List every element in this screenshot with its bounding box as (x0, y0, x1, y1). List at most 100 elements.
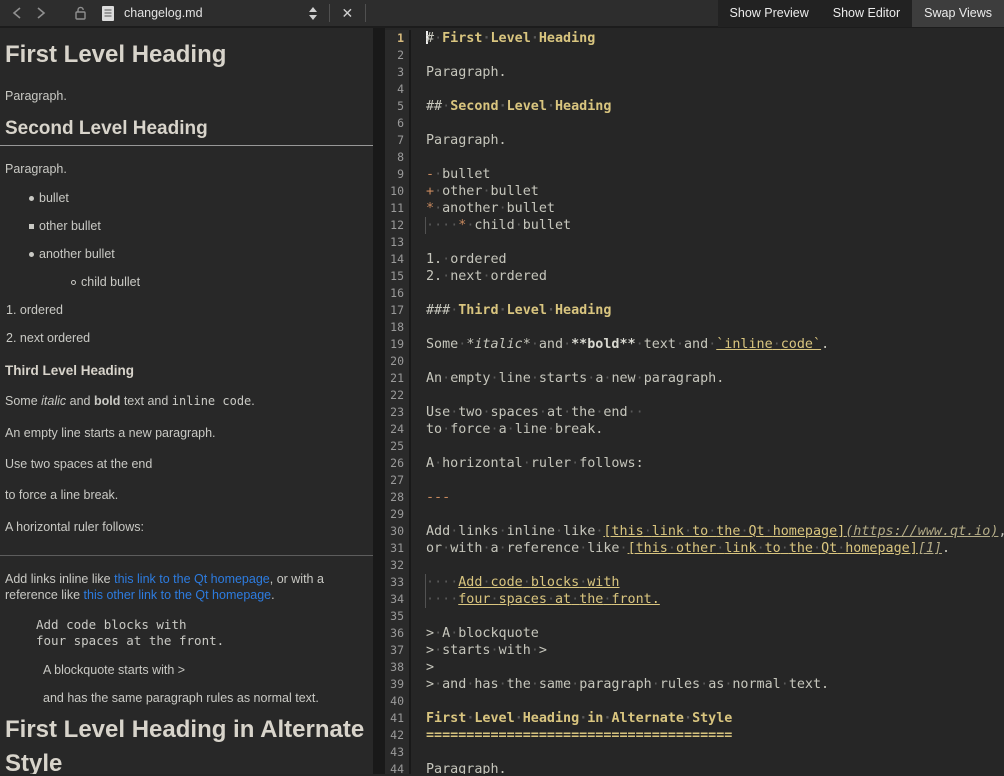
editor-line[interactable]: 1#·First·Level·Heading (385, 30, 1004, 47)
horizontal-rule (0, 555, 373, 556)
editor-line[interactable]: 23Use·two·spaces·at·the·end·· (385, 404, 1004, 421)
editor-line[interactable]: 11*·another·bullet (385, 200, 1004, 217)
editor-line[interactable]: 36>·A·blockquote (385, 625, 1004, 642)
swap-views-button[interactable]: Swap Views (912, 0, 1004, 27)
document-tab[interactable]: changelog.md (70, 0, 207, 27)
preview-h1-alt: First Level Heading in Alternate Style (5, 713, 365, 774)
editor-line[interactable]: 6 (385, 115, 1004, 132)
line-number: 17 (385, 302, 411, 319)
editor-line[interactable]: 16 (385, 285, 1004, 302)
editor-line[interactable]: 29 (385, 506, 1004, 523)
editor-line[interactable]: 8 (385, 149, 1004, 166)
editor-line[interactable]: 27 (385, 472, 1004, 489)
preview-paragraph: Paragraph. (5, 88, 365, 104)
editor-line[interactable]: 4 (385, 81, 1004, 98)
line-number: 9 (385, 166, 411, 183)
ordered-label: next ordered (20, 331, 90, 345)
list-item-label: child bullet (81, 275, 140, 289)
triangle-down-icon (309, 15, 317, 20)
editor-line[interactable]: 32 (385, 557, 1004, 574)
line-number: 28 (385, 489, 411, 506)
separator (329, 4, 330, 22)
editor-line[interactable]: 3Paragraph. (385, 64, 1004, 81)
editor-line[interactable]: 20 (385, 353, 1004, 370)
code-block: Add code blocks with four spaces at the … (36, 617, 365, 648)
editor-line-text: First·Level·Heading·in·Alternate·Style (411, 710, 732, 727)
editor-line[interactable]: 44Paragraph. (385, 761, 1004, 774)
editor-line[interactable]: 31or·with·a·reference·like·[this·other·l… (385, 540, 1004, 557)
editor-line-text (411, 387, 426, 404)
pane-splitter[interactable] (373, 28, 385, 774)
editor-line[interactable]: 17###·Third·Level·Heading (385, 302, 1004, 319)
line-number: 8 (385, 149, 411, 166)
line-number: 13 (385, 234, 411, 251)
show-editor-button[interactable]: Show Editor (821, 0, 912, 27)
editor-line[interactable]: 21An·empty·line·starts·a·new·paragraph. (385, 370, 1004, 387)
list-item: other bullet (0, 219, 373, 233)
list-item: bullet (0, 191, 373, 205)
line-number: 40 (385, 693, 411, 710)
line-number: 22 (385, 387, 411, 404)
editor-line[interactable]: 42====================================== (385, 727, 1004, 744)
bold-text: bold (94, 394, 120, 408)
preview-paragraph: to force a line break. (5, 487, 365, 503)
editor-line-text: A·horizontal·ruler·follows: (411, 455, 644, 472)
document-switcher[interactable] (303, 7, 323, 20)
editor-line[interactable]: 38> (385, 659, 1004, 676)
editor-line[interactable]: 34····four·spaces·at·the·front. (385, 591, 1004, 608)
ordered-label: ordered (20, 303, 63, 317)
editor-line-text (411, 47, 426, 64)
editor-line[interactable]: 18 (385, 319, 1004, 336)
editor-line[interactable]: 7Paragraph. (385, 132, 1004, 149)
editor-line[interactable]: 141.·ordered (385, 251, 1004, 268)
list-item: another bullet (0, 247, 373, 261)
editor-line-text: *·another·bullet (411, 200, 555, 217)
line-number: 29 (385, 506, 411, 523)
editor-line[interactable]: 33····Add·code·blocks·with (385, 574, 1004, 591)
editor-line[interactable]: 19Some·*italic*·and·**bold**·text·and·`i… (385, 336, 1004, 353)
preview-paragraph: Use two spaces at the end (5, 456, 365, 472)
toolbar: changelog.md ✕ Show Preview Show Editor … (0, 0, 1004, 28)
line-number: 2 (385, 47, 411, 64)
editor-line-text: 1.·ordered (411, 251, 507, 268)
editor-line[interactable]: 41First·Level·Heading·in·Alternate·Style (385, 710, 1004, 727)
view-buttons: Show Preview Show Editor Swap Views (718, 0, 1004, 27)
qt-homepage-link[interactable]: this link to the Qt homepage (114, 572, 270, 586)
editor-line[interactable]: 35 (385, 608, 1004, 625)
editor-line[interactable]: 10+·other·bullet (385, 183, 1004, 200)
editor-line[interactable]: 39>·and·has·the·same·paragraph·rules·as·… (385, 676, 1004, 693)
editor-line[interactable]: 30Add·links·inline·like·[this·link·to·th… (385, 523, 1004, 540)
editor-line[interactable]: 40 (385, 693, 1004, 710)
editor-line[interactable]: 26A·horizontal·ruler·follows: (385, 455, 1004, 472)
line-number: 20 (385, 353, 411, 370)
editor-line[interactable]: 152.·next·ordered (385, 268, 1004, 285)
line-number: 10 (385, 183, 411, 200)
editor-line[interactable]: 12····*·child·bullet (385, 217, 1004, 234)
bullet-disc-marker (29, 196, 34, 201)
italic-text: italic (41, 394, 66, 408)
editor-line[interactable]: 9-·bullet (385, 166, 1004, 183)
editor-line-text (411, 472, 426, 489)
close-document-button[interactable]: ✕ (336, 4, 360, 22)
editor-line-text: to·force·a·line·break. (411, 421, 603, 438)
editor-line[interactable]: 37>·starts·with·> (385, 642, 1004, 659)
line-number: 27 (385, 472, 411, 489)
show-preview-button[interactable]: Show Preview (718, 0, 821, 27)
editor-line[interactable]: 28--- (385, 489, 1004, 506)
editor-line[interactable]: 25 (385, 438, 1004, 455)
editor-line[interactable]: 22 (385, 387, 1004, 404)
back-button[interactable] (8, 4, 26, 22)
editor-line[interactable]: 5##·Second·Level·Heading (385, 98, 1004, 115)
bullet-circle-marker (71, 280, 76, 285)
markdown-preview-pane[interactable]: First Level Heading Paragraph. Second Le… (0, 28, 373, 774)
markdown-editor-pane[interactable]: 1#·First·Level·Heading23Paragraph.45##·S… (385, 28, 1004, 774)
editor-line[interactable]: 43 (385, 744, 1004, 761)
editor-line[interactable]: 13 (385, 234, 1004, 251)
preview-paragraph: Paragraph. (5, 161, 365, 177)
editor-line-text: Paragraph. (411, 761, 507, 774)
forward-button[interactable] (32, 4, 50, 22)
editor-line[interactable]: 2 (385, 47, 1004, 64)
editor-line[interactable]: 24to·force·a·line·break. (385, 421, 1004, 438)
qt-homepage-reference-link[interactable]: this other link to the Qt homepage (84, 588, 272, 602)
editor-line-text (411, 744, 426, 761)
